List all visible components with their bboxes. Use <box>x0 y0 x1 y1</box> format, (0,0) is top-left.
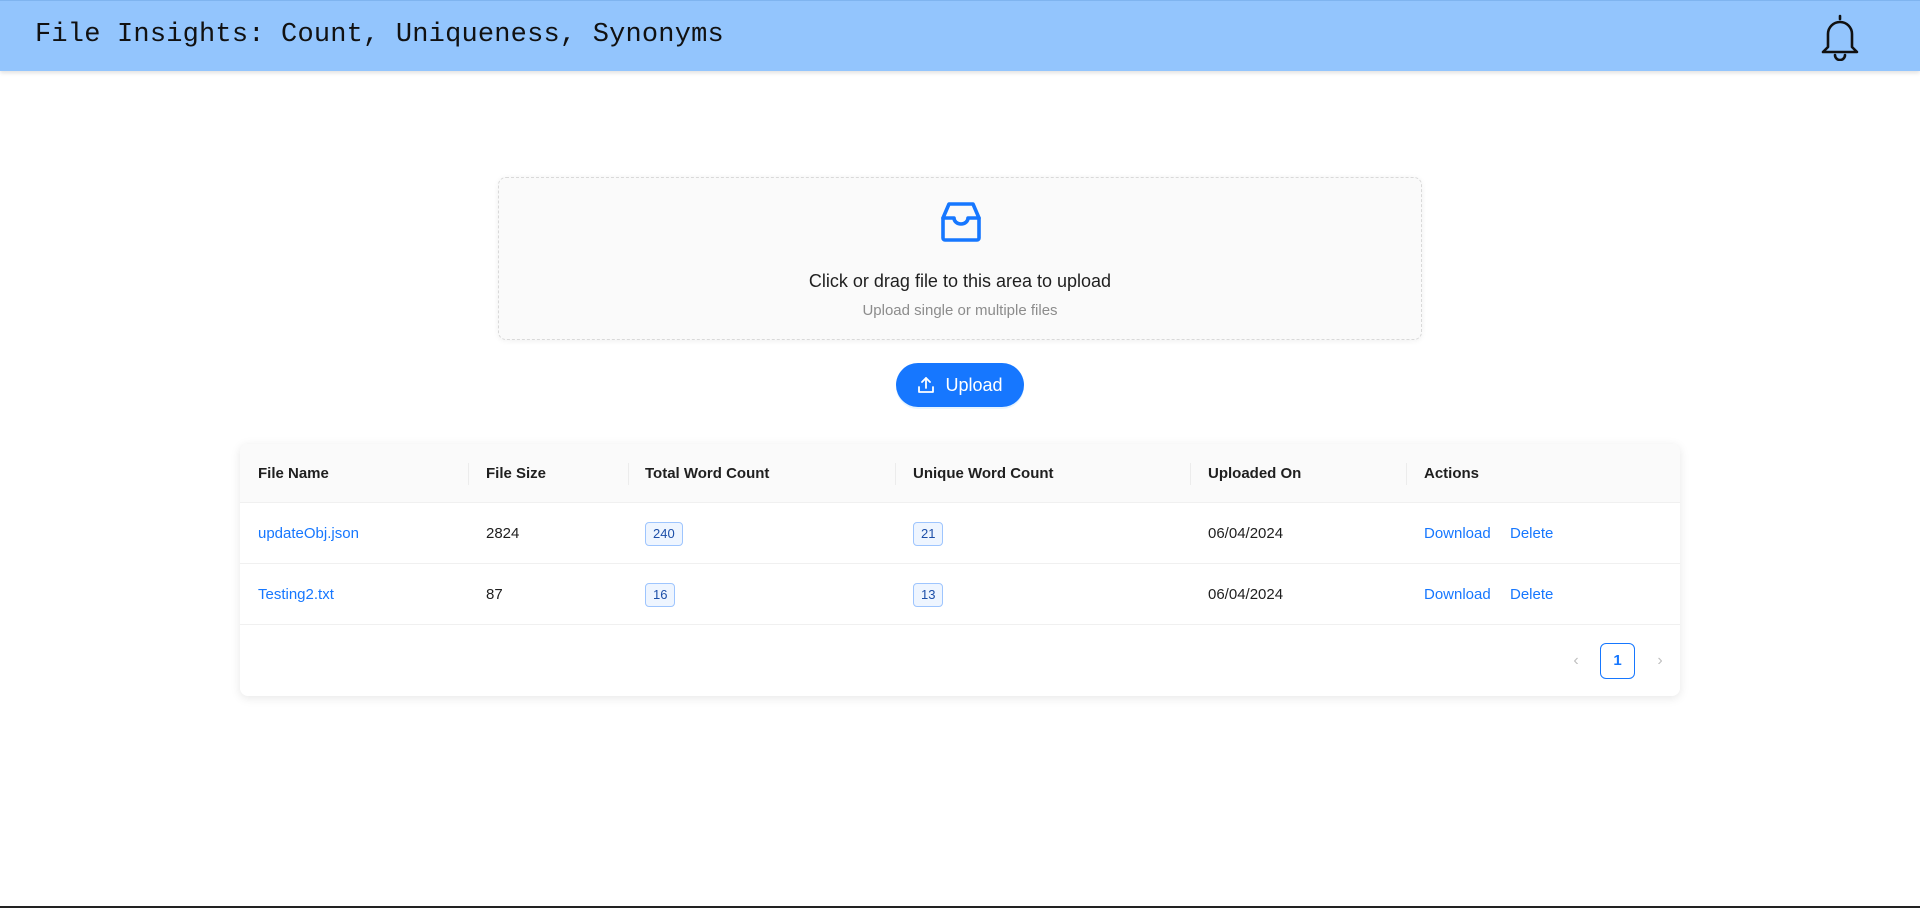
unique-word-count-tag: 21 <box>913 522 944 547</box>
uploaded-on: 06/04/2024 <box>1208 586 1284 603</box>
file-size: 2824 <box>486 525 520 542</box>
column-divider <box>1406 463 1407 485</box>
dropzone-hint: Upload single or multiple files <box>862 302 1058 319</box>
column-header-total-word-count: Total Word Count <box>645 465 770 482</box>
upload-button-label: Upload <box>945 374 1003 395</box>
files-table: File Name File Size Total Word Count Uni… <box>240 444 1680 696</box>
unique-word-count-cell: 13 <box>913 564 944 625</box>
column-header-unique-word-count: Unique Word Count <box>913 465 1054 482</box>
unique-word-count-tag: 13 <box>913 583 944 608</box>
unique-word-count-cell: 21 <box>913 503 944 564</box>
upload-button[interactable]: Upload <box>896 363 1024 407</box>
total-word-count-cell: 240 <box>645 503 683 564</box>
page-title: File Insights: Count, Uniqueness, Synony… <box>35 20 724 50</box>
table-row: updateObj.json 2824 240 21 06/04/2024 Do… <box>240 503 1680 564</box>
inbox-icon <box>941 202 981 242</box>
column-header-actions: Actions <box>1424 465 1480 482</box>
column-divider <box>1190 463 1191 485</box>
delete-link[interactable]: Delete <box>1510 564 1553 625</box>
upload-icon <box>918 377 935 393</box>
pagination-prev-icon[interactable]: ‹ <box>1562 643 1590 679</box>
app-header: File Insights: Count, Uniqueness, Synony… <box>0 0 1920 71</box>
pagination-page-1[interactable]: 1 <box>1600 643 1635 679</box>
column-divider <box>895 463 896 485</box>
pagination-next-icon[interactable]: › <box>1646 643 1674 679</box>
file-name-link[interactable]: updateObj.json <box>258 503 359 564</box>
total-word-count-tag: 16 <box>645 583 676 608</box>
dropzone-text: Click or drag file to this area to uploa… <box>808 271 1112 291</box>
column-header-uploaded-on: Uploaded On <box>1208 465 1302 482</box>
file-size: 87 <box>486 586 503 603</box>
table-header: File Name File Size Total Word Count Uni… <box>240 444 1680 503</box>
pagination: ‹ 1 › <box>1562 643 1663 679</box>
download-link[interactable]: Download <box>1424 564 1491 625</box>
column-divider <box>468 463 469 485</box>
total-word-count-tag: 240 <box>645 522 683 547</box>
column-divider <box>628 463 629 485</box>
delete-link[interactable]: Delete <box>1510 503 1553 564</box>
file-name-link[interactable]: Testing2.txt <box>258 564 334 625</box>
column-header-file-size: File Size <box>486 465 547 482</box>
column-header-file-name: File Name <box>258 465 329 482</box>
table-row: Testing2.txt 87 16 13 06/04/2024 Downloa… <box>240 564 1680 625</box>
download-link[interactable]: Download <box>1424 503 1491 564</box>
uploaded-on: 06/04/2024 <box>1208 525 1284 542</box>
upload-dropzone[interactable]: Click or drag file to this area to uploa… <box>498 177 1422 340</box>
total-word-count-cell: 16 <box>645 564 676 625</box>
bell-icon[interactable] <box>1818 13 1862 61</box>
